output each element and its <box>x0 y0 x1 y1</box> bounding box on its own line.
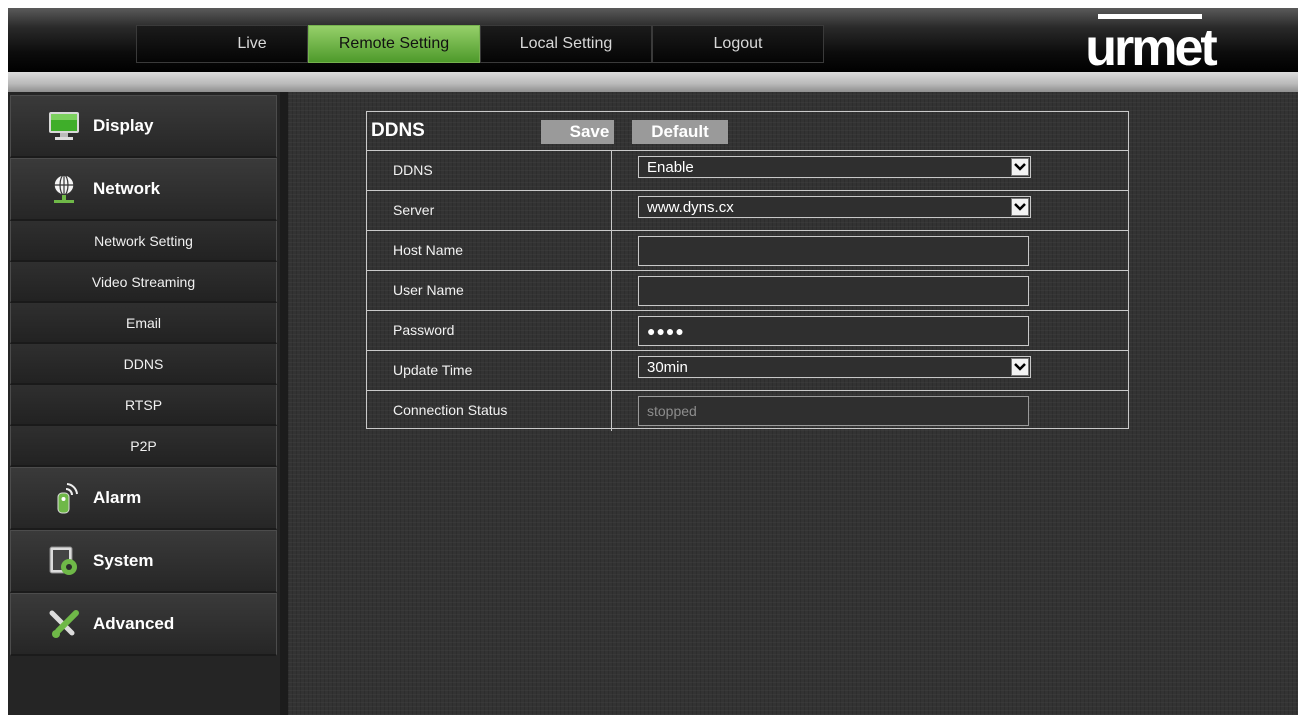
password-row: Password <box>367 310 1128 351</box>
sidebar-item-network[interactable]: Network <box>10 158 277 221</box>
connection-status-field <box>638 396 1029 426</box>
save-button[interactable]: Save <box>541 120 614 144</box>
column-divider <box>611 271 612 311</box>
column-divider <box>611 191 612 231</box>
sidebar-item-advanced-label: Advanced <box>93 614 175 633</box>
tab-local-setting[interactable]: Local Setting <box>480 25 652 63</box>
ddns-settings-panel: DDNS Save Default DDNS Enable Server www… <box>366 111 1129 431</box>
tab-live-label: Live <box>237 35 267 52</box>
user-name-input[interactable] <box>638 276 1029 306</box>
ddns-row: DDNS Enable <box>367 150 1128 191</box>
chevron-down-icon[interactable] <box>1011 358 1029 376</box>
sidebar-subitem-network-setting[interactable]: Network Setting <box>10 221 277 262</box>
sidebar-subitem-rtsp[interactable]: RTSP <box>10 385 277 426</box>
globe-network-icon <box>47 172 81 206</box>
default-button-label: Default <box>651 122 709 141</box>
sidebar-item-alarm[interactable]: Alarm <box>10 467 277 530</box>
connection-status-label: Connection Status <box>393 402 508 418</box>
server-row: Server www.dyns.cx <box>367 190 1128 231</box>
tools-icon <box>47 607 81 641</box>
server-select[interactable]: www.dyns.cx <box>638 196 1031 218</box>
chevron-down-icon[interactable] <box>1011 198 1029 216</box>
sidebar-item-system[interactable]: System <box>10 530 277 593</box>
top-nav-bar: Live Remote Setting Local Setting Logout… <box>8 8 1298 72</box>
sidebar-subitem-label: Email <box>125 314 161 331</box>
ddns-select-value: Enable <box>647 159 694 176</box>
tab-logout-label: Logout <box>713 35 763 52</box>
password-input[interactable] <box>638 316 1029 346</box>
sidebar-subitem-p2p[interactable]: P2P <box>10 426 277 467</box>
tab-logout[interactable]: Logout <box>652 25 824 63</box>
host-name-row: Host Name <box>367 230 1128 271</box>
column-divider <box>611 231 612 271</box>
sidebar-subitem-label: RTSP <box>124 396 163 413</box>
sidebar-item-advanced[interactable]: Advanced <box>10 593 277 656</box>
urmet-logo: urmet <box>1085 14 1220 72</box>
main-content: DDNS Save Default DDNS Enable Server www… <box>288 92 1298 715</box>
ddns-label: DDNS <box>393 162 433 178</box>
sidebar-item-network-label: Network <box>93 179 161 198</box>
sidebar-subitem-ddns[interactable]: DDNS <box>10 344 277 385</box>
sidebar-subitem-email[interactable]: Email <box>10 303 277 344</box>
sidebar-subitem-label: P2P <box>130 437 157 454</box>
app-window: Live Remote Setting Local Setting Logout… <box>8 8 1298 715</box>
update-time-select[interactable]: 30min <box>638 356 1031 378</box>
user-name-label: User Name <box>393 282 464 298</box>
connection-status-row: Connection Status <box>367 390 1128 431</box>
sidebar: Display Network Network Setting Video St… <box>8 92 288 715</box>
header-separator <box>8 72 1298 92</box>
update-time-label: Update Time <box>393 362 473 378</box>
default-button[interactable]: Default <box>632 120 728 144</box>
chevron-down-icon[interactable] <box>1011 158 1029 176</box>
host-name-label: Host Name <box>393 242 464 258</box>
sidebar-subitem-label: Network Setting <box>94 232 193 249</box>
sidebar-item-display[interactable]: Display <box>10 95 277 158</box>
sidebar-subitem-label: DDNS <box>123 355 164 372</box>
sidebar-divider <box>280 92 288 715</box>
update-time-select-value: 30min <box>647 359 688 376</box>
svg-text:urmet: urmet <box>1085 19 1217 72</box>
monitor-icon <box>47 109 81 143</box>
sidebar-item-system-label: System <box>93 551 154 570</box>
user-name-row: User Name <box>367 270 1128 311</box>
sidebar-subitem-label: Video Streaming <box>91 273 196 290</box>
sidebar-item-alarm-label: Alarm <box>93 488 142 507</box>
password-label: Password <box>393 322 455 338</box>
tab-remote-setting[interactable]: Remote Setting <box>308 25 480 63</box>
tab-remote-setting-label: Remote Setting <box>338 35 450 52</box>
panel-title: DDNS <box>371 120 425 141</box>
column-divider <box>611 391 612 431</box>
tab-local-setting-label: Local Setting <box>519 35 613 52</box>
save-button-label: Save <box>569 122 610 141</box>
sidebar-subitem-video-streaming[interactable]: Video Streaming <box>10 262 277 303</box>
tab-live[interactable]: Live <box>136 25 308 63</box>
column-divider <box>611 351 612 391</box>
panel-header: DDNS <box>367 112 1128 150</box>
system-gear-icon <box>47 544 81 578</box>
alarm-icon <box>47 481 81 515</box>
ddns-select[interactable]: Enable <box>638 156 1031 178</box>
column-divider <box>611 151 612 191</box>
sidebar-item-display-label: Display <box>93 116 154 135</box>
server-select-value: www.dyns.cx <box>647 199 734 216</box>
host-name-input[interactable] <box>638 236 1029 266</box>
column-divider <box>611 311 612 351</box>
update-time-row: Update Time 30min <box>367 350 1128 391</box>
server-label: Server <box>393 202 435 218</box>
